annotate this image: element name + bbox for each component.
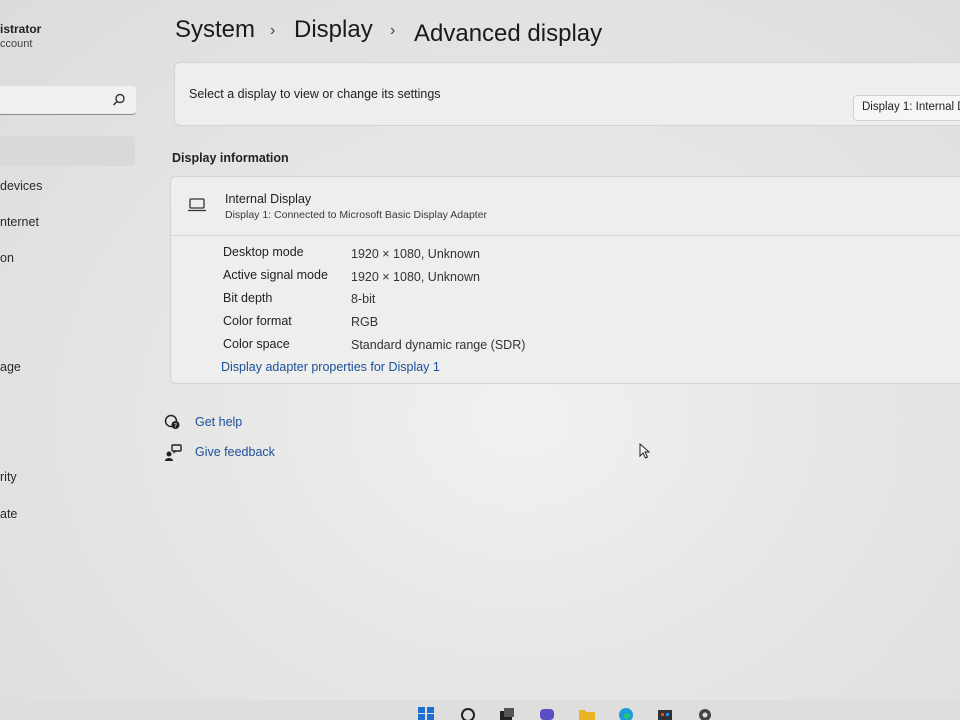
- info-label-color-format: Color format: [223, 314, 292, 328]
- display-name: Internal Display: [225, 192, 312, 206]
- get-help-label: Get help: [195, 415, 243, 429]
- sidebar-item-update[interactable]: ate: [0, 500, 135, 530]
- search-input[interactable]: [0, 90, 104, 112]
- info-label-active-signal-mode: Active signal mode: [223, 268, 328, 282]
- user-name: istrator: [0, 22, 42, 36]
- sidebar-item-label: on: [0, 251, 14, 265]
- info-label-color-space: Color space: [223, 337, 290, 351]
- svg-text:?: ?: [174, 423, 177, 430]
- sidebar-item-network-internet[interactable]: nternet: [0, 208, 135, 238]
- display-info-header: Internal Display Display 1: Connected to…: [171, 177, 960, 236]
- display-select-dropdown[interactable]: Display 1: Internal D: [853, 95, 960, 121]
- file-explorer-icon[interactable]: [578, 706, 596, 720]
- sidebar-item-label: rity: [0, 470, 17, 484]
- display-connection: Display 1: Connected to Microsoft Basic …: [225, 209, 488, 221]
- sidebar-item-devices[interactable]: devices: [0, 172, 135, 202]
- sidebar-item-language[interactable]: age: [0, 353, 135, 383]
- give-feedback-label: Give feedback: [195, 445, 275, 459]
- sidebar: istrator ccount devices nternet on age r…: [0, 0, 150, 700]
- info-value-bit-depth: 8-bit: [351, 292, 376, 306]
- sidebar-item-label: nternet: [0, 215, 39, 229]
- monitor-icon: [188, 198, 206, 212]
- feedback-icon: [165, 444, 182, 461]
- search-icon[interactable]: [112, 93, 126, 107]
- get-help-link[interactable]: ? Get help: [162, 412, 362, 434]
- select-display-label: Select a display to view or change its s…: [189, 87, 441, 101]
- section-title: Display information: [172, 151, 289, 165]
- breadcrumb-system[interactable]: System: [175, 16, 255, 44]
- mouse-cursor-icon: [639, 443, 651, 459]
- breadcrumb-display[interactable]: Display: [294, 16, 373, 44]
- info-value-active-signal-mode: 1920 × 1080, Unknown: [351, 270, 480, 284]
- adapter-properties-link[interactable]: Display adapter properties for Display 1: [221, 360, 440, 374]
- user-account-type: ccount: [0, 38, 33, 50]
- breadcrumb-separator: ›: [390, 22, 396, 39]
- settings-gear-icon[interactable]: [696, 706, 714, 720]
- sidebar-item-label: devices: [0, 179, 43, 193]
- sidebar-item-system[interactable]: [0, 136, 135, 166]
- sidebar-item-label: age: [0, 360, 21, 374]
- search-taskbar-icon[interactable]: [460, 706, 478, 720]
- breadcrumb-separator: ›: [270, 22, 276, 39]
- task-view-icon[interactable]: [498, 706, 516, 720]
- info-value-color-space: Standard dynamic range (SDR): [351, 338, 526, 352]
- display-select-value: Display 1: Internal D: [862, 101, 960, 113]
- display-info-card: Internal Display Display 1: Connected to…: [170, 176, 960, 384]
- info-label-desktop-mode: Desktop mode: [223, 245, 304, 259]
- edge-browser-icon[interactable]: [617, 706, 635, 720]
- search-box[interactable]: [0, 86, 136, 115]
- info-value-color-format: RGB: [351, 315, 379, 329]
- info-label-bit-depth: Bit depth: [223, 291, 273, 305]
- help-icon: ?: [164, 414, 180, 430]
- store-icon[interactable]: [656, 706, 674, 720]
- select-display-card: Select a display to view or change its s…: [174, 62, 960, 126]
- settings-window: istrator ccount devices nternet on age r…: [0, 0, 960, 720]
- taskbar: [0, 700, 960, 720]
- page-title: Advanced display: [414, 20, 603, 47]
- give-feedback-link[interactable]: Give feedback: [162, 442, 362, 464]
- info-value-desktop-mode: 1920 × 1080, Unknown: [351, 247, 480, 261]
- start-icon[interactable]: [417, 706, 435, 720]
- sidebar-item-personalization[interactable]: on: [0, 244, 135, 274]
- sidebar-item-label: ate: [0, 507, 18, 521]
- teams-chat-icon[interactable]: [538, 706, 556, 720]
- sidebar-item-security[interactable]: rity: [0, 463, 135, 493]
